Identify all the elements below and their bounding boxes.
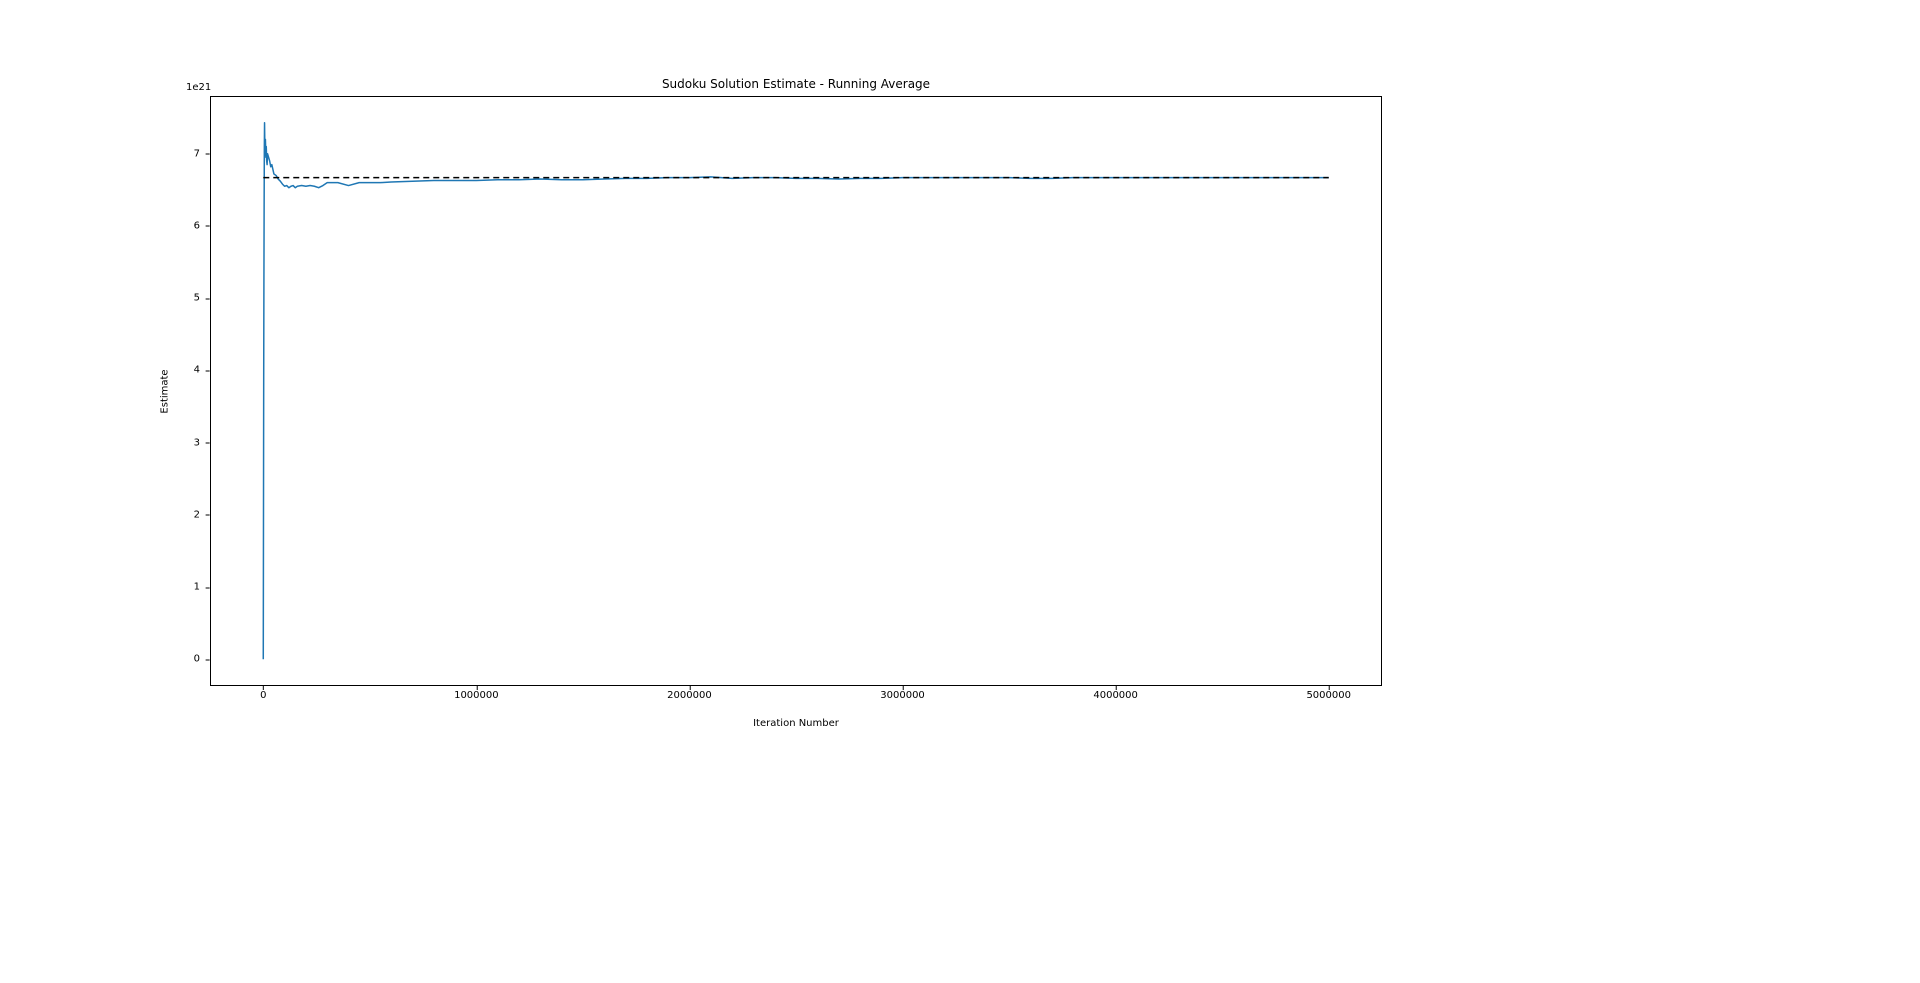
y-axis-label: Estimate xyxy=(158,96,172,686)
x-tick-label: 5000000 xyxy=(1306,690,1351,701)
y-tick-label: 3 xyxy=(194,437,200,448)
x-tick: 0 xyxy=(260,690,266,701)
x-tick: 3000000 xyxy=(880,690,925,701)
y-tick: 4 xyxy=(194,365,206,376)
x-axis-label: Iteration Number xyxy=(210,718,1382,729)
series-line xyxy=(263,123,1328,660)
figure: Sudoku Solution Estimate - Running Avera… xyxy=(0,0,1920,983)
y-tick: 6 xyxy=(194,220,206,231)
x-tick-label: 2000000 xyxy=(667,690,712,701)
x-tick-label: 0 xyxy=(260,690,266,701)
y-tick-label: 6 xyxy=(194,220,200,231)
y-tick-label: 7 xyxy=(194,148,200,159)
x-tick: 5000000 xyxy=(1306,690,1351,701)
y-tick: 0 xyxy=(194,654,206,665)
x-tick-label: 4000000 xyxy=(1093,690,1138,701)
x-tick-label: 1000000 xyxy=(454,690,499,701)
y-tick: 7 xyxy=(194,148,206,159)
y-tick-label: 0 xyxy=(194,654,200,665)
y-tick-label: 4 xyxy=(194,365,200,376)
chart-title: Sudoku Solution Estimate - Running Avera… xyxy=(210,77,1382,91)
x-tick: 4000000 xyxy=(1093,690,1138,701)
y-tick-label: 1 xyxy=(194,582,200,593)
chart-svg xyxy=(210,96,1382,686)
x-tick-label: 3000000 xyxy=(880,690,925,701)
y-tick: 1 xyxy=(194,582,206,593)
y-tick: 3 xyxy=(194,437,206,448)
y-tick: 5 xyxy=(194,293,206,304)
y-tick-label: 5 xyxy=(194,293,200,304)
y-tick-label: 2 xyxy=(194,509,200,520)
x-tick: 1000000 xyxy=(454,690,499,701)
y-tick: 2 xyxy=(194,509,206,520)
x-tick: 2000000 xyxy=(667,690,712,701)
y-axis-offset-text: 1e21 xyxy=(186,82,211,93)
